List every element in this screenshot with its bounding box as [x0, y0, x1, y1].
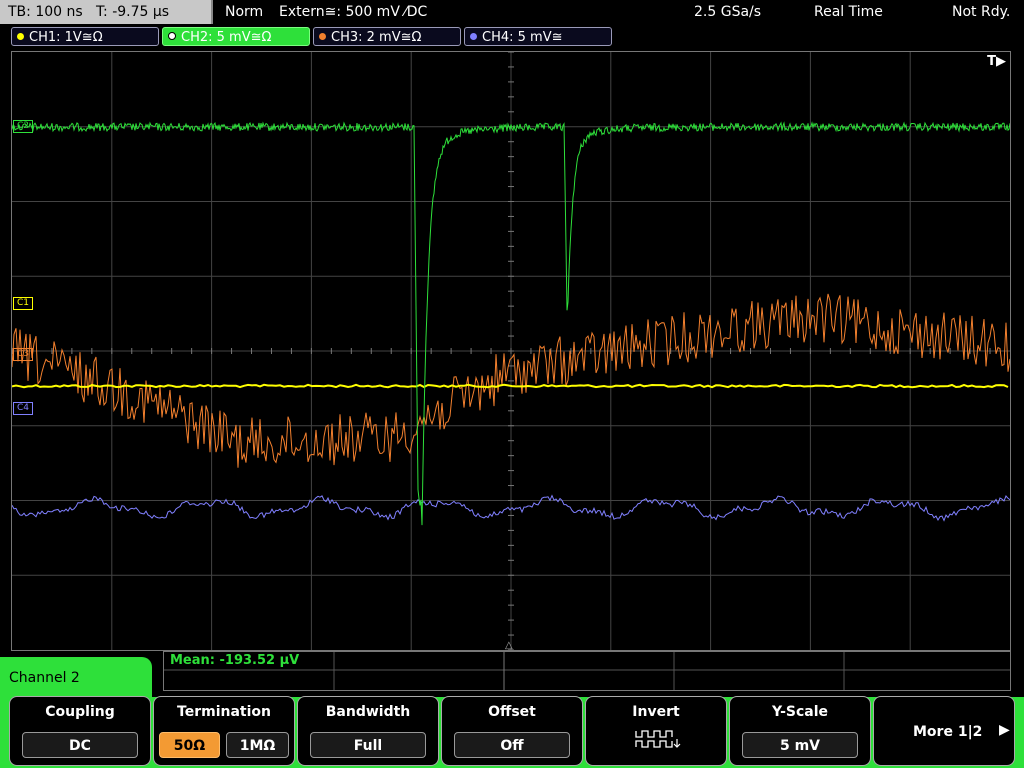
timebase-panel[interactable]: TB: 100 ns T: -9.75 µs [0, 0, 213, 24]
mean-measurement[interactable]: Mean: -193.52 µV [170, 653, 299, 668]
waveform-display[interactable]: T▶ [11, 51, 1011, 651]
next-page-icon: ▶ [999, 722, 1010, 738]
more-label: More 1|2 [913, 724, 983, 740]
ch2-label: CH2: 5 mV≅Ω [181, 30, 272, 45]
trigger-source[interactable]: Extern≅: 500 mV ⁄DC [279, 0, 427, 24]
coupling-softkey[interactable]: Coupling DC [9, 696, 151, 766]
ch4-color-dot [470, 33, 477, 40]
tab-ch2[interactable]: CH2: 5 mV≅Ω [162, 27, 310, 46]
trigger-mode[interactable]: Norm [225, 0, 263, 24]
trigger-time-readout: T: -9.75 µs [96, 4, 170, 20]
ready-state: Not Rdy. [952, 4, 1011, 20]
acquisition-mode: Real Time [814, 4, 883, 20]
yscale-softkey[interactable]: Y-Scale 5 mV [729, 696, 871, 766]
ch4-marker[interactable]: C4 [13, 402, 34, 415]
invert-title: Invert [632, 704, 680, 720]
termination-1mohm-option[interactable]: 1MΩ [226, 732, 289, 758]
termination-softkey[interactable]: Termination 50Ω 1MΩ [153, 696, 295, 766]
termination-title: Termination [177, 704, 271, 720]
ch1-trace [12, 383, 1009, 389]
ch4-label: CH4: 5 mV≅ [482, 30, 563, 45]
trigger-position-indicator: T▶ [987, 54, 1006, 69]
bandwidth-softkey[interactable]: Bandwidth Full [297, 696, 439, 766]
offset-softkey[interactable]: Offset Off [441, 696, 583, 766]
trigger-point-icon: △ [505, 640, 513, 651]
bandwidth-title: Bandwidth [325, 704, 411, 720]
offset-value[interactable]: Off [454, 732, 570, 758]
coupling-title: Coupling [45, 704, 115, 720]
waveform-canvas [12, 52, 1010, 650]
tab-ch1[interactable]: CH1: 1V≅Ω [11, 27, 159, 46]
invert-softkey[interactable]: Invert [585, 696, 727, 766]
ch1-label: CH1: 1V≅Ω [29, 30, 103, 45]
ch2-color-dot [168, 32, 176, 40]
termination-50ohm-option[interactable]: 50Ω [159, 732, 220, 758]
ch2-marker[interactable]: C2 [13, 120, 34, 133]
ch3-marker[interactable]: C3 [13, 348, 34, 361]
timebase-readout: TB: 100 ns [8, 4, 83, 20]
tab-ch4[interactable]: CH4: 5 mV≅ [464, 27, 612, 46]
yscale-title: Y-Scale [771, 704, 828, 720]
offset-title: Offset [488, 704, 536, 720]
bandwidth-value[interactable]: Full [310, 732, 426, 758]
yscale-value[interactable]: 5 mV [742, 732, 858, 758]
ch1-marker[interactable]: C1 [13, 297, 34, 310]
ch3-label: CH3: 2 mV≅Ω [331, 30, 422, 45]
invert-waveform-icon [635, 730, 681, 748]
tab-ch3[interactable]: CH3: 2 mV≅Ω [313, 27, 461, 46]
ch1-color-dot [17, 33, 24, 40]
channel-menu-title: Channel 2 [9, 670, 80, 686]
more-softkey[interactable]: More 1|2 ▶ [873, 696, 1015, 766]
ch3-color-dot [319, 33, 326, 40]
coupling-value[interactable]: DC [22, 732, 138, 758]
sample-rate: 2.5 GSa/s [694, 4, 762, 20]
